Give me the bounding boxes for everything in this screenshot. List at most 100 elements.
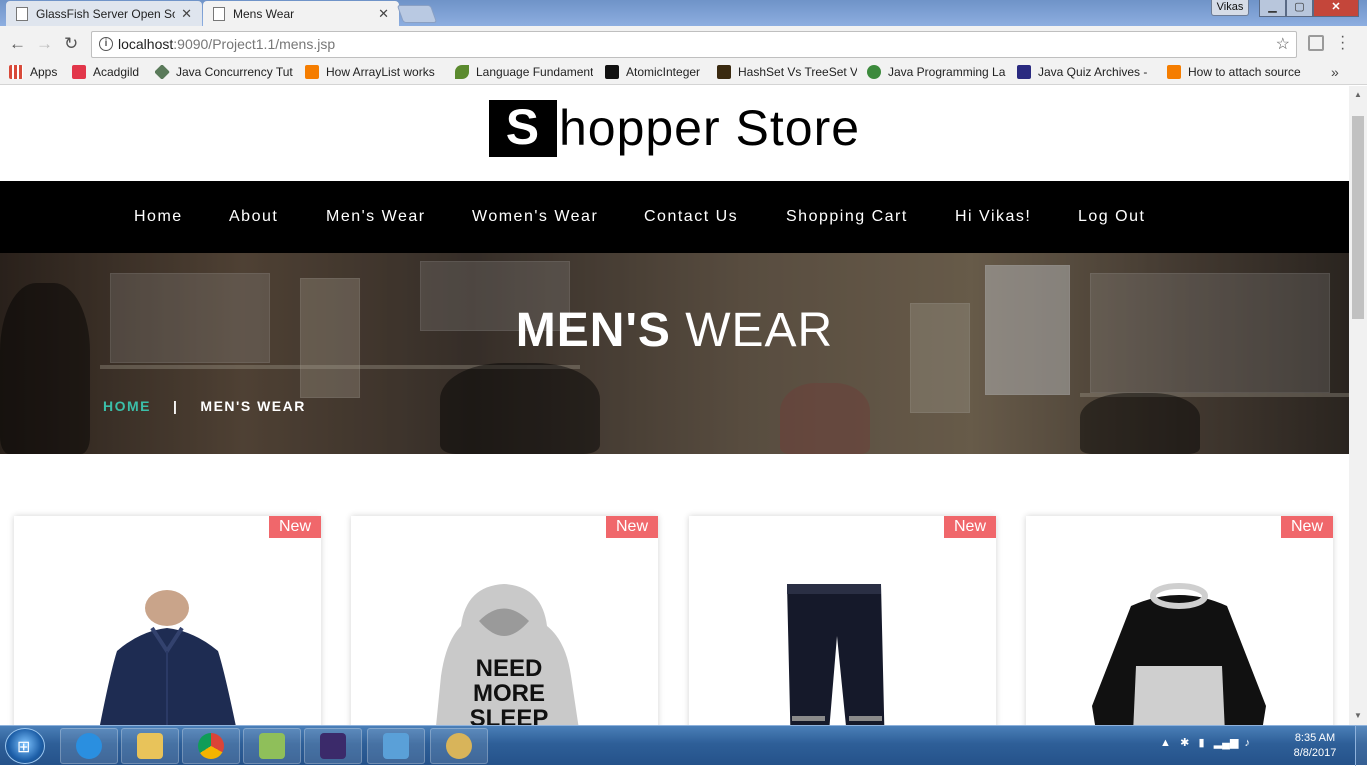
scrollbar-thumb[interactable] — [1352, 116, 1364, 319]
taskbar-file-explorer[interactable] — [121, 728, 179, 764]
url-host: localhost — [118, 36, 174, 52]
bookmark-java-programming[interactable]: Java Programming La — [867, 65, 1007, 79]
new-badge: New — [606, 516, 658, 538]
hoodie-print-line1: NEED — [476, 655, 543, 682]
show-hidden-icons-icon[interactable]: ▲ — [1160, 737, 1171, 749]
site-logo[interactable]: Shopper Store — [0, 100, 1349, 158]
network-icon[interactable]: ▂▄▆ — [1214, 737, 1239, 749]
browser-toolbar: ← → ↻ i localhost:9090/Project1.1/mens.j… — [0, 26, 1367, 62]
volume-icon[interactable]: ♪ — [1245, 737, 1251, 749]
chrome-icon — [198, 733, 224, 759]
page-icon — [16, 6, 28, 21]
main-navigation: Home About Men's Wear Women's Wear Conta… — [0, 181, 1349, 253]
bluetooth-icon[interactable]: ✱ — [1180, 737, 1189, 749]
blogger-icon — [305, 65, 319, 79]
media-player-icon — [383, 733, 409, 759]
logo-text: hopper Store — [558, 100, 861, 156]
quiz-icon — [1017, 65, 1031, 79]
menu-icon[interactable]: · · · — [1340, 29, 1345, 57]
windows-taskbar: ⊞ ▲ ✱ ▮ ▂▄▆ ♪ 8:35 AM 8/8/2017 — [0, 725, 1367, 766]
hoodie-image: NEED MORE SLEEP — [436, 584, 579, 725]
taskbar-media-player[interactable] — [367, 728, 425, 764]
taskbar-chrome[interactable] — [182, 728, 240, 764]
internet-explorer-icon — [76, 733, 102, 759]
bookmark-language-fundamentals[interactable]: Language Fundament — [455, 65, 593, 79]
nav-shopping-cart[interactable]: Shopping Cart — [786, 208, 908, 226]
paint-icon — [446, 733, 472, 759]
hero-banner: MEN'S WEAR HOME | MEN'S WEAR — [0, 253, 1349, 454]
more-bookmarks-icon[interactable]: » — [1331, 64, 1339, 80]
minimize-button[interactable]: ▁ — [1259, 0, 1286, 17]
scroll-down-icon[interactable]: ▼ — [1354, 711, 1362, 720]
page-title: MEN'S WEAR — [515, 304, 834, 357]
nav-contact-us[interactable]: Contact Us — [644, 208, 738, 226]
nav-about[interactable]: About — [229, 208, 278, 226]
bookmark-atomicinteger[interactable]: AtomicInteger — [605, 65, 708, 79]
taskbar-notepad[interactable] — [243, 728, 301, 764]
acadgild-icon — [72, 65, 86, 79]
page-content: Shopper Store Home About Men's Wear Wome… — [0, 86, 1349, 725]
show-desktop-button[interactable] — [1355, 726, 1367, 766]
address-bar[interactable]: i localhost:9090/Project1.1/mens.jsp ☆ — [91, 31, 1297, 58]
bookmark-java-quiz[interactable]: Java Quiz Archives - — [1017, 65, 1157, 79]
windows-logo-icon: ⊞ — [17, 739, 31, 756]
nav-user-greeting[interactable]: Hi Vikas! — [955, 208, 1031, 226]
new-badge: New — [269, 516, 321, 538]
window-controls: ▁ ▢ ✕ — [1259, 0, 1359, 17]
site-icon — [717, 65, 731, 79]
taskbar-paint[interactable] — [430, 728, 488, 764]
maximize-button[interactable]: ▢ — [1286, 0, 1313, 17]
back-arrow-icon[interactable]: ← — [9, 34, 26, 54]
scroll-up-icon[interactable]: ▲ — [1354, 90, 1362, 99]
nav-womens-wear[interactable]: Women's Wear — [472, 208, 598, 226]
file-explorer-icon — [137, 733, 163, 759]
breadcrumb-home-link[interactable]: HOME — [103, 398, 151, 414]
extension-icon[interactable] — [1308, 35, 1324, 51]
tab-mens-wear[interactable]: Mens Wear ✕ — [203, 1, 399, 26]
raglan-tee-image — [1092, 583, 1266, 725]
start-button[interactable]: ⊞ — [5, 728, 45, 764]
logo-letter: S — [488, 100, 557, 157]
product-card-raglan-tee[interactable]: New — [1026, 516, 1333, 725]
page-scrollbar[interactable]: ▲ ▼ — [1349, 86, 1367, 725]
bookmark-arraylist[interactable]: How ArrayList works — [305, 65, 439, 79]
blogger-icon — [1167, 65, 1181, 79]
close-tab-icon[interactable]: ✕ — [181, 6, 192, 22]
new-tab-button[interactable] — [396, 5, 438, 23]
profile-button[interactable]: Vikas — [1211, 0, 1249, 16]
apps-grid-icon — [9, 65, 23, 79]
page-icon — [213, 6, 225, 21]
product-card-hoodie[interactable]: NEED MORE SLEEP New — [351, 516, 658, 725]
bookmark-star-icon[interactable]: ☆ — [1276, 32, 1290, 57]
forward-arrow-icon[interactable]: → — [36, 34, 53, 54]
taskbar-eclipse[interactable] — [304, 728, 362, 764]
nav-mens-wear[interactable]: Men's Wear — [326, 208, 426, 226]
diamond-icon — [155, 65, 170, 79]
info-icon[interactable]: i — [99, 37, 113, 51]
j-icon — [605, 65, 619, 79]
product-card-shirt[interactable]: New — [14, 516, 321, 725]
reload-icon[interactable]: ↻ — [64, 34, 78, 54]
battery-icon[interactable]: ▮ — [1198, 737, 1204, 749]
product-card-track-pants[interactable]: New — [689, 516, 996, 725]
hoodie-print-line3: SLEEP — [470, 705, 549, 725]
hoodie-print-line2: MORE — [473, 680, 545, 707]
nav-log-out[interactable]: Log Out — [1078, 208, 1145, 226]
nav-home[interactable]: Home — [134, 208, 183, 226]
bookmark-acadgild[interactable]: Acadgild — [72, 65, 147, 79]
clock-time: 8:35 AM — [1294, 732, 1336, 744]
taskbar-clock[interactable]: 8:35 AM 8/8/2017 — [1280, 731, 1350, 761]
url-path: :9090/Project1.1/mens.jsp — [173, 36, 336, 52]
bookmark-attach-source[interactable]: How to attach source — [1167, 65, 1307, 79]
taskbar-internet-explorer[interactable] — [60, 728, 118, 764]
close-tab-icon[interactable]: ✕ — [378, 6, 389, 22]
system-tray: ▲ ✱ ▮ ▂▄▆ ♪ — [1160, 736, 1250, 749]
bookmark-hashset-treeset[interactable]: HashSet Vs TreeSet V — [717, 65, 857, 79]
tab-glassfish[interactable]: GlassFish Server Open So ✕ — [6, 1, 202, 26]
new-badge: New — [1281, 516, 1333, 538]
tab-title: Mens Wear — [233, 6, 295, 21]
bookmark-apps[interactable]: Apps — [9, 65, 65, 79]
bookmark-java-concurrency[interactable]: Java Concurrency Tut — [155, 65, 293, 79]
breadcrumb-current: MEN'S WEAR — [200, 398, 306, 414]
close-window-button[interactable]: ✕ — [1313, 0, 1359, 17]
